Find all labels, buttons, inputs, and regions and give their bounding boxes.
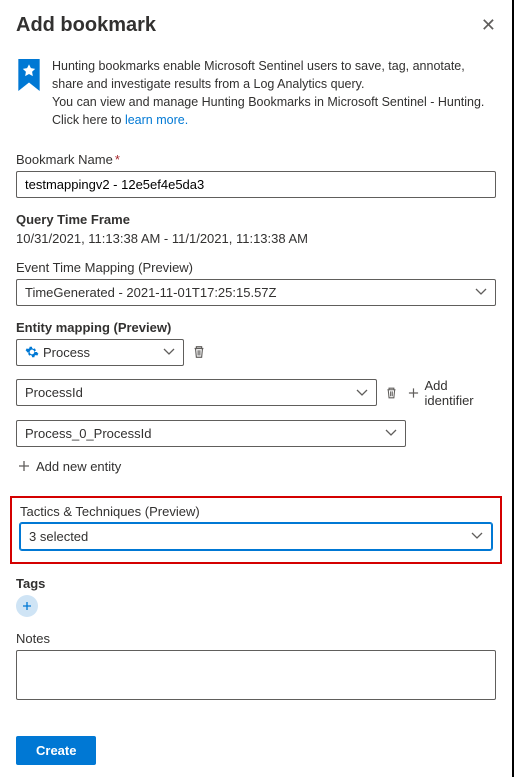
- info-line3-prefix: Click here to: [52, 113, 125, 127]
- query-time-label: Query Time Frame: [16, 212, 496, 227]
- entity-identifier-select[interactable]: ProcessId: [16, 379, 377, 406]
- info-banner: Hunting bookmarks enable Microsoft Senti…: [16, 57, 496, 130]
- bookmark-name-label: Bookmark Name*: [16, 152, 496, 167]
- plus-icon: [408, 387, 419, 399]
- chevron-down-icon: [163, 346, 175, 358]
- trash-icon[interactable]: [192, 345, 206, 359]
- plus-icon: [18, 460, 30, 472]
- page-title: Add bookmark: [16, 14, 156, 37]
- bookmark-icon: [16, 57, 42, 130]
- info-line2: You can view and manage Hunting Bookmark…: [52, 95, 484, 109]
- event-time-select[interactable]: TimeGenerated - 2021-11-01T17:25:15.57Z: [16, 279, 496, 306]
- event-time-label: Event Time Mapping (Preview): [16, 260, 496, 275]
- info-line1: Hunting bookmarks enable Microsoft Senti…: [52, 59, 465, 91]
- notes-label: Notes: [16, 631, 496, 646]
- trash-icon[interactable]: [385, 386, 398, 400]
- chevron-down-icon: [385, 427, 397, 439]
- entity-mapping-label: Entity mapping (Preview): [16, 320, 496, 335]
- tactics-select[interactable]: 3 selected: [20, 523, 492, 550]
- entity-type-select[interactable]: Process: [16, 339, 184, 366]
- chevron-down-icon: [471, 530, 483, 542]
- create-button[interactable]: Create: [16, 736, 96, 765]
- add-tag-button[interactable]: [16, 595, 38, 617]
- tactics-label: Tactics & Techniques (Preview): [20, 504, 492, 519]
- tactics-highlight: Tactics & Techniques (Preview) 3 selecte…: [10, 496, 502, 564]
- close-icon[interactable]: ✕: [481, 16, 496, 34]
- chevron-down-icon: [356, 387, 368, 399]
- query-time-value: 10/31/2021, 11:13:38 AM - 11/1/2021, 11:…: [16, 231, 308, 246]
- chevron-down-icon: [475, 286, 487, 298]
- add-identifier-button[interactable]: Add identifier: [406, 374, 496, 412]
- entity-column-select[interactable]: Process_0_ProcessId: [16, 420, 406, 447]
- gear-icon: [25, 345, 39, 359]
- notes-textarea[interactable]: [16, 650, 496, 700]
- add-new-entity-button[interactable]: Add new entity: [16, 455, 496, 478]
- learn-more-link[interactable]: learn more.: [125, 113, 188, 127]
- bookmark-name-input[interactable]: [16, 171, 496, 198]
- tags-label: Tags: [16, 576, 496, 591]
- plus-icon: [21, 600, 33, 612]
